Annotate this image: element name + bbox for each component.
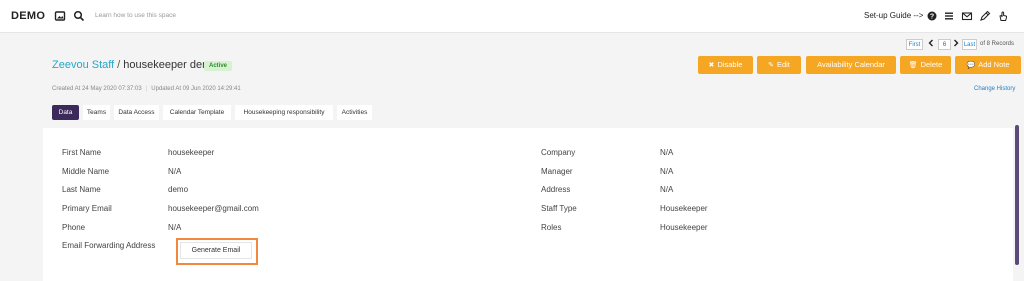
field-value: N/A <box>168 223 182 232</box>
help-icon[interactable]: ? <box>926 10 938 22</box>
delete-button[interactable]: 🗑 Delete <box>900 56 951 74</box>
svg-text:?: ? <box>930 13 934 20</box>
top-bar: DEMO Learn how to use this space Set-up … <box>0 0 1024 33</box>
last-record-link[interactable]: Last <box>962 39 977 50</box>
search-icon[interactable] <box>73 10 85 22</box>
add-note-label: Add Note <box>978 60 1010 69</box>
tab-data-access[interactable]: Data Access <box>114 105 159 120</box>
pen-icon[interactable] <box>979 10 991 22</box>
change-history-link[interactable]: Change History <box>974 86 1015 92</box>
comment-icon: 💬 <box>966 62 976 69</box>
delete-label: Delete <box>920 60 943 69</box>
status-badge: Active <box>204 61 233 71</box>
scrollbar[interactable] <box>1015 125 1019 265</box>
breadcrumb-parent-link[interactable]: Zeevou Staff <box>52 59 114 71</box>
tab-housekeeping-responsibility[interactable]: Housekeeping responsibility <box>235 105 333 120</box>
field-label: Address <box>541 185 571 194</box>
tab-activities[interactable]: Activities <box>337 105 372 120</box>
field-value: N/A <box>660 167 674 176</box>
chevron-right-icon <box>954 39 959 47</box>
field-label: Phone <box>62 223 86 232</box>
updated-at: Updated At 09 Jun 2020 14:29:41 <box>151 86 241 92</box>
disable-button[interactable]: ✖ Disable <box>698 56 753 74</box>
breadcrumb-separator: / <box>117 59 121 71</box>
image-icon[interactable] <box>54 10 66 22</box>
tab-calendar-template[interactable]: Calendar Template <box>163 105 231 120</box>
prev-record-button[interactable] <box>927 39 935 50</box>
page-title: Zeevou Staff / housekeeper demo <box>52 59 217 71</box>
first-record-link[interactable]: First <box>906 39 923 50</box>
mail-icon[interactable] <box>961 10 973 22</box>
field-value: N/A <box>660 148 674 157</box>
field-label: Company <box>541 148 576 157</box>
field-value: N/A <box>168 167 182 176</box>
tab-data[interactable]: Data <box>52 105 79 120</box>
field-value: housekeeper <box>168 148 215 157</box>
field-value: Housekeeper <box>660 204 708 213</box>
field-label: Manager <box>541 167 573 176</box>
field-label: Last Name <box>62 185 101 194</box>
record-meta: Created At 24 May 2020 07:37:03 | Updated … <box>52 86 241 92</box>
hand-icon[interactable] <box>997 10 1009 22</box>
record-count: of 8 Records <box>980 41 1015 47</box>
generate-email-button[interactable]: Generate Email <box>180 242 252 259</box>
current-record-number[interactable]: 6 <box>938 39 951 50</box>
field-label: Primary Email <box>62 204 112 213</box>
menu-icon[interactable] <box>943 10 955 22</box>
edit-icon: ✎ <box>768 62 774 69</box>
availability-calendar-label: Availability Calendar <box>817 60 885 69</box>
field-value: demo <box>168 185 189 194</box>
edit-button[interactable]: ✎ Edit <box>757 56 801 74</box>
field-value: Housekeeper <box>660 223 708 232</box>
app-logo[interactable]: DEMO <box>11 10 45 22</box>
chevron-left-icon <box>928 39 933 47</box>
field-label: Staff Type <box>541 204 577 213</box>
add-note-button[interactable]: 💬 Add Note <box>955 56 1021 74</box>
disable-label: Disable <box>717 60 743 69</box>
availability-calendar-button[interactable]: Availability Calendar <box>806 56 896 74</box>
next-record-button[interactable] <box>952 39 960 50</box>
setup-guide-link[interactable]: Set-up Guide --> <box>864 11 923 20</box>
field-label: Middle Name <box>62 167 110 176</box>
tab-teams[interactable]: Teams <box>83 105 110 120</box>
edit-label: Edit <box>776 60 790 69</box>
x-icon: ✖ <box>708 62 715 69</box>
trash-icon: 🗑 <box>908 62 918 69</box>
field-value: N/A <box>660 185 674 194</box>
search-input[interactable]: Learn how to use this space <box>95 12 176 19</box>
field-label: Email Forwarding Address <box>62 241 156 250</box>
field-value: housekeeper@gmail.com <box>168 204 259 213</box>
field-label: First Name <box>62 148 102 157</box>
created-at: Created At 24 May 2020 07:37:03 <box>52 86 142 92</box>
field-label: Roles <box>541 223 562 232</box>
